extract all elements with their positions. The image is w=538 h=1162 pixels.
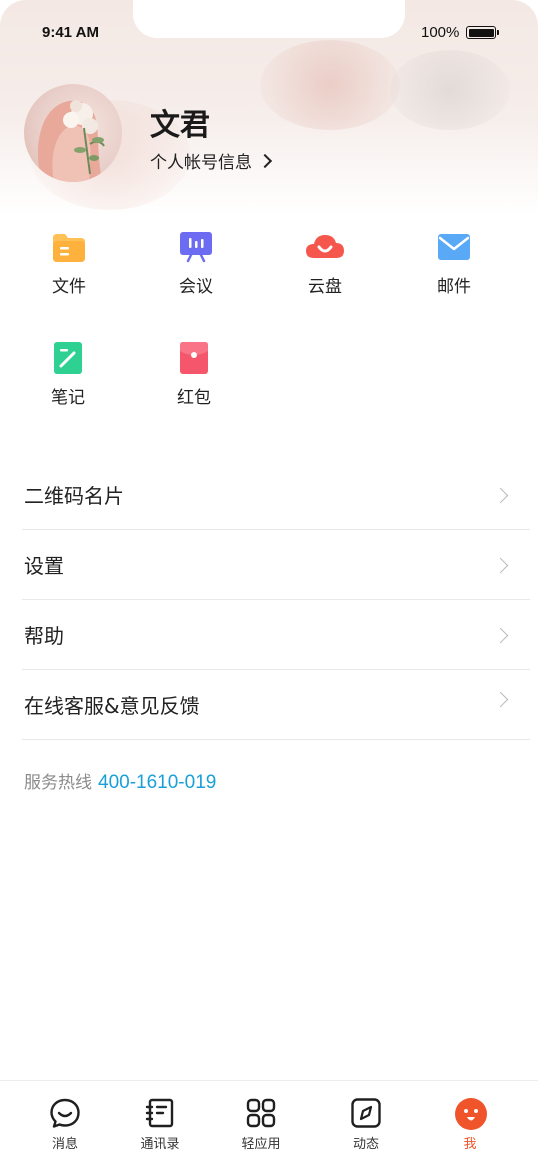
menu-item-label: 帮助	[24, 624, 64, 648]
chevron-right-icon	[257, 153, 273, 168]
app-cloud-drive[interactable]: 云盘	[280, 230, 370, 297]
tab-label: 消息	[51, 1137, 78, 1152]
apps-grid-icon	[245, 1097, 277, 1129]
menu-item-label: 设置	[24, 554, 64, 578]
app-files[interactable]: 文件	[24, 230, 114, 297]
folder-icon	[52, 230, 86, 264]
red-packet-icon	[177, 341, 211, 375]
menu-item-settings[interactable]: 设置	[22, 530, 530, 600]
cloud-icon	[306, 230, 344, 264]
settings-list: 二维码名片 设置 帮助 在线客服&意见反馈	[22, 460, 530, 740]
app-label: 笔记	[51, 388, 85, 408]
tab-light-apps[interactable]: 轻应用	[221, 1097, 301, 1152]
app-label: 会议	[179, 277, 213, 297]
tab-label: 我	[463, 1137, 477, 1152]
tab-contacts[interactable]: 通讯录	[120, 1097, 200, 1152]
chat-icon	[49, 1097, 81, 1129]
app-label: 文件	[52, 277, 86, 297]
tab-label: 动态	[352, 1137, 379, 1152]
contacts-icon	[144, 1097, 176, 1129]
menu-item-label: 二维码名片	[24, 484, 124, 508]
menu-item-qr-card[interactable]: 二维码名片	[22, 460, 530, 530]
hotline-number[interactable]: 400-1610-019	[98, 772, 216, 793]
app-label: 云盘	[308, 277, 342, 297]
avatar[interactable]	[24, 84, 122, 182]
compass-icon	[350, 1097, 382, 1129]
chevron-right-icon	[492, 487, 509, 504]
meeting-icon	[179, 230, 213, 264]
account-info-link[interactable]: 个人帐号信息	[150, 148, 273, 173]
app-mail[interactable]: 邮件	[409, 230, 499, 297]
app-meeting[interactable]: 会议	[151, 230, 241, 297]
battery-icon	[466, 26, 499, 39]
profile-name: 文君	[150, 108, 210, 143]
menu-item-support-feedback[interactable]: 在线客服&意见反馈	[22, 670, 530, 740]
battery-percent: 100%	[421, 24, 460, 41]
status-time: 9:41 AM	[42, 24, 99, 41]
me-icon	[454, 1097, 487, 1130]
tab-label: 轻应用	[241, 1137, 281, 1152]
menu-item-help[interactable]: 帮助	[22, 600, 530, 670]
app-label: 红包	[177, 388, 211, 408]
app-notes[interactable]: 笔记	[23, 341, 113, 408]
tab-messages[interactable]: 消息	[25, 1097, 105, 1152]
app-label: 邮件	[437, 277, 471, 297]
note-icon	[51, 341, 85, 375]
service-hotline: 服务热线 400-1610-019	[24, 768, 216, 794]
app-red-packet[interactable]: 红包	[149, 341, 239, 408]
menu-item-label: 在线客服&意见反馈	[24, 694, 200, 718]
tab-me[interactable]: 我	[430, 1097, 510, 1152]
hotline-label: 服务热线	[24, 773, 92, 793]
tab-moments[interactable]: 动态	[326, 1097, 406, 1152]
chevron-right-icon	[492, 557, 509, 574]
mail-icon	[437, 230, 471, 264]
account-info-label: 个人帐号信息	[150, 153, 252, 173]
bottom-tab-bar: 消息 通讯录 轻应用 动态 我	[0, 1080, 538, 1162]
chevron-right-icon	[492, 627, 509, 644]
status-bar: 9:41 AM 100%	[0, 0, 538, 60]
chevron-right-icon	[492, 691, 509, 708]
tab-label: 通讯录	[140, 1137, 180, 1152]
